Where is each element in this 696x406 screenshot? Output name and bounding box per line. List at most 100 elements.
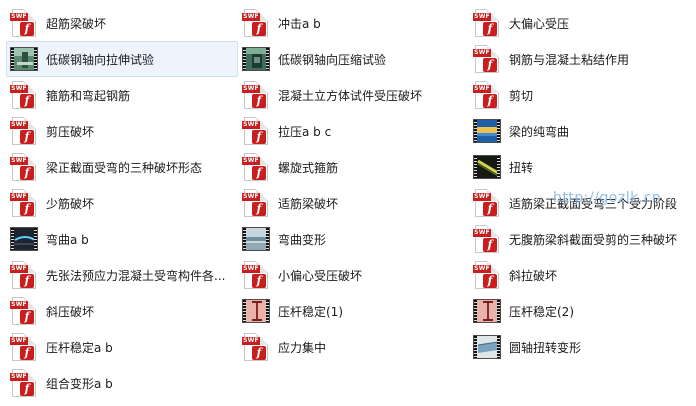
swf-file-icon: SWF f [473,260,501,290]
file-name-label: 无腹筋梁斜截面受剪的三种破坏 [509,232,678,247]
swf-file-icon: SWF f [10,116,38,146]
file-item[interactable]: SWF f 组合变形a b [6,365,238,401]
swf-badge: SWF [10,301,28,309]
file-name-label: 压杆稳定(1) [278,304,343,319]
swf-file-icon: SWF f [242,260,270,290]
file-item[interactable]: 梁的纯弯曲 [469,113,696,149]
file-name-label: 小偏心受压破坏 [278,268,363,283]
swf-badge: SWF [473,265,491,273]
swf-badge: SWF [10,337,28,345]
flash-logo: f [252,22,266,36]
file-name-label: 圆轴扭转变形 [509,340,582,355]
file-name-label: 梁正截面受弯的三种破坏形态 [46,160,203,175]
file-item[interactable]: SWF f 适筋梁正截面受弯三个受力阶段 [469,185,696,221]
flash-logo: f [483,22,497,36]
file-item[interactable]: SWF f 压杆稳定a b [6,329,238,365]
swf-badge: SWF [473,193,491,201]
swf-file-icon: SWF f [242,188,270,218]
file-item[interactable]: SWF f 剪切 [469,77,696,113]
file-name-label: 适筋梁正截面受弯三个受力阶段 [509,196,678,211]
flash-logo: f [20,310,34,324]
swf-file-icon: SWF f [10,152,38,182]
file-list-view: SWF f 超筋梁破坏 低碳钢轴向拉伸试验 SWF f 箍筋和弯起钢筋 SWF f 剪压破坏 SWF… [0,0,696,406]
swf-file-icon: SWF f [473,188,501,218]
file-name-label: 低碳钢轴向压缩试验 [278,52,387,67]
swf-badge: SWF [10,157,28,165]
flash-logo: f [252,274,266,288]
file-item[interactable]: 压杆稳定(2) [469,293,696,329]
file-item[interactable]: SWF f 应力集中 [238,329,470,365]
swf-badge: SWF [242,13,260,21]
file-item[interactable]: SWF f 冲击a b [238,5,470,41]
swf-file-icon: SWF f [10,80,38,110]
swf-badge: SWF [242,157,260,165]
file-item[interactable]: 压杆稳定(1) [238,293,470,329]
swf-file-icon: SWF f [473,80,501,110]
file-item[interactable]: SWF f 箍筋和弯起钢筋 [6,77,238,113]
flash-logo: f [483,202,497,216]
file-item[interactable]: SWF f 超筋梁破坏 [6,5,238,41]
file-name-label: 先张法预应力混凝土受弯构件各... [46,268,226,283]
file-item[interactable]: 低碳钢轴向拉伸试验 [6,41,238,77]
file-item[interactable]: SWF f 钢筋与混凝土粘结作用 [469,41,696,77]
file-item[interactable]: SWF f 小偏心受压破坏 [238,257,470,293]
flash-logo: f [252,130,266,144]
flash-logo: f [20,130,34,144]
swf-badge: SWF [10,121,28,129]
swf-file-icon: SWF f [10,296,38,326]
file-item[interactable]: SWF f 混凝土立方体试件受压破坏 [238,77,470,113]
flash-logo: f [483,274,497,288]
file-item[interactable]: SWF f 螺旋式箍筋 [238,149,470,185]
file-item[interactable]: 低碳钢轴向压缩试验 [238,41,470,77]
flash-logo: f [20,202,34,216]
file-name-label: 低碳钢轴向拉伸试验 [46,52,155,67]
file-name-label: 扭转 [509,160,534,175]
swf-badge: SWF [473,85,491,93]
flash-logo: f [483,94,497,108]
file-name-label: 适筋梁破坏 [278,196,339,211]
file-item[interactable]: SWF f 适筋梁破坏 [238,185,470,221]
file-item[interactable]: 扭转 [469,149,696,185]
file-item[interactable]: SWF f 斜压破坏 [6,293,238,329]
file-item[interactable]: SWF f 少筋破坏 [6,185,238,221]
file-name-label: 拉压a b c [278,124,332,139]
swf-file-icon: SWF f [10,332,38,362]
file-item[interactable]: SWF f 梁正截面受弯的三种破坏形态 [6,149,238,185]
video-file-icon [473,332,501,362]
file-column-2: SWF f 冲击a b 低碳钢轴向压缩试验 SWF f 混凝土立方体试件受压破坏 SWF f 拉压… [238,5,470,365]
file-item[interactable]: SWF f 大偏心受压 [469,5,696,41]
flash-logo: f [20,382,34,396]
file-item[interactable]: SWF f 先张法预应力混凝土受弯构件各... [6,257,238,293]
video-file-icon [242,224,270,254]
flash-logo: f [483,58,497,72]
file-name-label: 冲击a b [278,16,321,31]
swf-badge: SWF [242,265,260,273]
swf-badge: SWF [242,121,260,129]
file-name-label: 斜拉破坏 [509,268,558,283]
swf-file-icon: SWF f [242,116,270,146]
file-name-label: 大偏心受压 [509,16,570,31]
flash-logo: f [252,166,266,180]
file-name-label: 钢筋与混凝土粘结作用 [509,52,630,67]
file-item[interactable]: SWF f 无腹筋梁斜截面受剪的三种破坏 [469,221,696,257]
video-file-icon [10,44,38,74]
flash-logo: f [20,22,34,36]
video-file-icon [473,296,501,326]
swf-file-icon: SWF f [242,80,270,110]
file-name-label: 混凝土立方体试件受压破坏 [278,88,423,103]
video-file-icon [473,152,501,182]
video-file-icon [10,224,38,254]
file-item[interactable]: SWF f 拉压a b c [238,113,470,149]
video-file-icon [473,116,501,146]
file-item[interactable]: 弯曲a b [6,221,238,257]
swf-file-icon: SWF f [10,260,38,290]
file-name-label: 少筋破坏 [46,196,95,211]
swf-file-icon: SWF f [242,8,270,38]
swf-file-icon: SWF f [473,44,501,74]
file-item[interactable]: SWF f 剪压破坏 [6,113,238,149]
file-item[interactable]: 圆轴扭转变形 [469,329,696,365]
flash-logo: f [252,202,266,216]
flash-logo: f [483,238,497,252]
file-item[interactable]: 弯曲变形 [238,221,470,257]
file-item[interactable]: SWF f 斜拉破坏 [469,257,696,293]
